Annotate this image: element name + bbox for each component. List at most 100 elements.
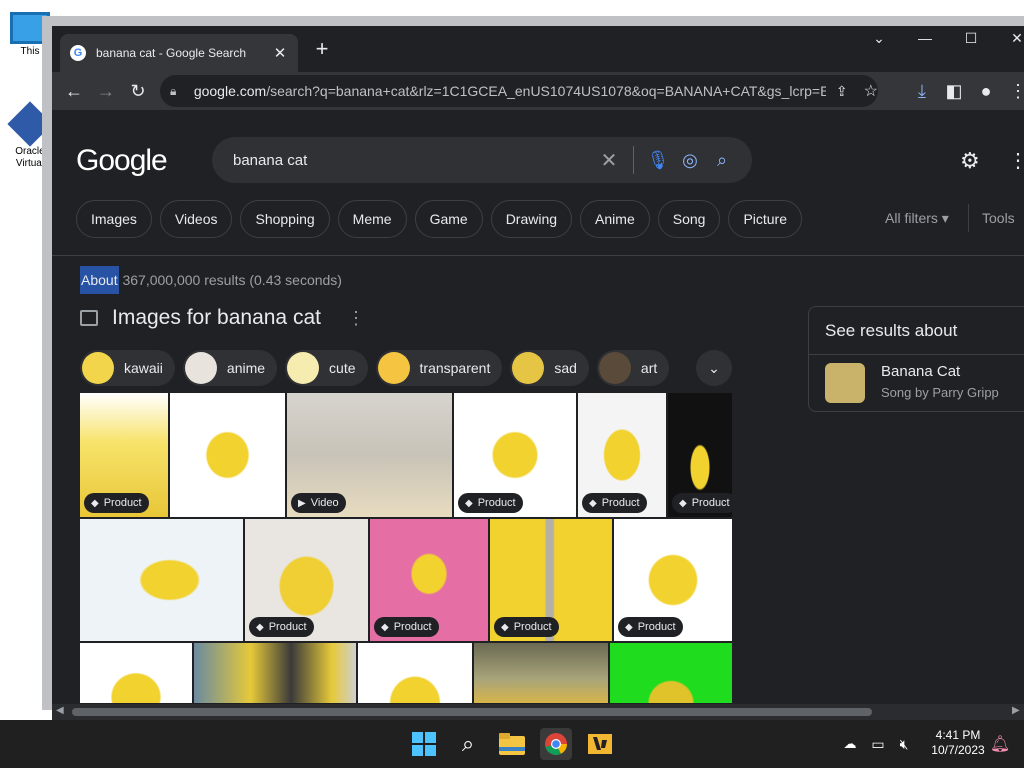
download-icon[interactable]: ⤓	[908, 77, 936, 105]
start-windows-icon[interactable]	[408, 728, 440, 760]
image-result[interactable]	[170, 393, 285, 517]
chip-images[interactable]: Images	[76, 200, 152, 238]
browser-toolbar: ← → ↻ 🔒︎ google.com/search?q=banana+cat&…	[52, 72, 1024, 110]
product-badge: ◆ Product	[494, 617, 559, 637]
all-filters-button[interactable]: All filters ▾	[885, 210, 949, 227]
filter-chip-sad[interactable]: sad	[510, 350, 589, 386]
filter-chip-kawaii[interactable]: kawaii	[80, 350, 175, 386]
tab-google-search[interactable]: G banana cat - Google Search ✕	[60, 34, 298, 72]
tag-icon: ◆	[381, 621, 389, 633]
chip-anime[interactable]: Anime	[580, 200, 650, 238]
filter-chip-anime[interactable]: anime	[182, 350, 278, 386]
maximize-button[interactable]: ☐	[956, 30, 986, 47]
product-badge: ◆ Product	[84, 493, 149, 513]
chip-shopping[interactable]: Shopping	[240, 200, 330, 238]
panel-divider	[809, 354, 1024, 355]
product-badge: ◆ Product	[582, 493, 647, 513]
image-result[interactable]: ◆ Product	[578, 393, 666, 517]
chip-videos[interactable]: Videos	[159, 200, 233, 238]
url-text: google.com/search?q=banana+cat&rlz=1C1GC…	[193, 83, 826, 99]
forward-button[interactable]: →	[92, 77, 120, 105]
image-result[interactable]	[474, 643, 608, 703]
image-result[interactable]: ◆ Product	[80, 393, 168, 517]
google-logo[interactable]: Google	[76, 144, 168, 178]
product-badge: ◆ Product	[672, 493, 732, 513]
scroll-left-icon[interactable]: ◀	[56, 705, 64, 716]
image-result[interactable]: ◆ Product	[490, 519, 612, 641]
filter-chip-cute[interactable]: cute	[285, 350, 368, 386]
lens-icon[interactable]: ◎	[674, 150, 706, 171]
image-result[interactable]: ◆ Product	[370, 519, 488, 641]
chip-thumbnail	[377, 352, 410, 384]
header-divider	[52, 255, 1024, 256]
images-heading[interactable]: Images for banana cat	[112, 306, 321, 330]
tab-search-button[interactable]: ⌄	[864, 30, 894, 47]
settings-gear-icon[interactable]: ⚙	[960, 148, 980, 174]
search-input[interactable]: banana cat	[233, 152, 593, 169]
chip-drawing[interactable]: Drawing	[490, 200, 573, 238]
image-result[interactable]	[194, 643, 356, 703]
horizontal-scrollbar[interactable]: ◀ ▶	[52, 704, 1024, 720]
tab-strip: G banana cat - Google Search ✕ + ⌄ — ☐ ✕	[52, 26, 1024, 72]
bookmark-star-icon[interactable]: ☆	[864, 81, 878, 101]
play-icon: ▶	[298, 497, 306, 509]
close-window-button[interactable]: ✕	[1002, 30, 1024, 47]
scrollbar-thumb[interactable]	[72, 708, 872, 716]
scroll-right-icon[interactable]: ▶	[1012, 705, 1020, 716]
filter-chip-transparent[interactable]: transparent	[375, 350, 503, 386]
tools-button[interactable]: Tools	[982, 210, 1015, 226]
app-icon[interactable]	[584, 728, 616, 760]
back-button[interactable]: ←	[60, 77, 88, 105]
image-result[interactable]	[358, 643, 472, 703]
more-options-icon[interactable]: ⋮	[347, 308, 365, 329]
image-result[interactable]: ◆ Product	[245, 519, 368, 641]
minimize-button[interactable]: —	[910, 30, 940, 46]
image-result[interactable]	[80, 643, 192, 703]
chrome-icon[interactable]	[540, 728, 572, 760]
address-bar[interactable]: 🔒︎ google.com/search?q=banana+cat&rlz=1C…	[160, 75, 878, 107]
reload-button[interactable]: ↻	[124, 77, 152, 105]
taskbar: ⌕ ☁ ▭ 🔇︎ 4:41 PM 10/7/2023 🔔︎	[0, 720, 1024, 768]
chip-song[interactable]: Song	[657, 200, 721, 238]
search-icon[interactable]: ⌕	[706, 150, 738, 171]
menu-icon[interactable]: ⋮	[1004, 77, 1024, 105]
profile-icon[interactable]: ●	[972, 77, 1000, 105]
image-filter-chips: kawaii anime cute transparent sad art	[80, 350, 670, 386]
desktop-icon-label: This	[20, 46, 40, 57]
chip-label: kawaii	[124, 360, 163, 376]
side-panel-icon[interactable]: ◧	[940, 77, 968, 105]
filter-chip-art[interactable]: art	[596, 350, 670, 386]
chevron-down-icon[interactable]: ⌄	[696, 350, 732, 386]
chip-game[interactable]: Game	[414, 200, 483, 238]
apps-grid-icon[interactable]: ⋮	[1008, 148, 1024, 173]
video-badge: ▶ Video	[291, 493, 346, 513]
notification-bell-icon[interactable]: 🔔︎	[984, 728, 1016, 760]
chip-picture[interactable]: Picture	[728, 200, 803, 238]
image-result[interactable]	[80, 519, 243, 641]
entity-subtitle: Song by Parry Gripp	[881, 385, 999, 400]
share-icon[interactable]: ⇪	[836, 83, 848, 100]
banana-cat-thumbnail[interactable]	[825, 363, 865, 403]
tab-close-icon[interactable]: ✕	[272, 44, 288, 62]
new-tab-button[interactable]: +	[310, 38, 334, 62]
desktop-icon-label: Oracle Virtual	[15, 146, 45, 169]
image-result[interactable]: ▶ Video	[287, 393, 452, 517]
image-result[interactable]: ◆ Product	[614, 519, 732, 641]
tag-icon: ◆	[91, 497, 99, 509]
clear-icon[interactable]: ✕	[593, 148, 625, 173]
image-result[interactable]: ◆ Product	[668, 393, 732, 517]
chip-label: art	[640, 360, 658, 376]
chip-meme[interactable]: Meme	[337, 200, 407, 238]
search-icon[interactable]: ⌕	[452, 728, 484, 760]
search-box[interactable]: banana cat ✕ 🎙︎ ◎ ⌕	[212, 137, 752, 183]
entity-name[interactable]: Banana Cat	[881, 363, 960, 380]
microphone-icon[interactable]: 🎙︎	[642, 150, 674, 171]
image-result[interactable]: ◆ Product	[454, 393, 576, 517]
file-explorer-icon[interactable]	[496, 728, 528, 760]
product-badge: ◆ Product	[249, 617, 314, 637]
product-badge: ◆ Product	[618, 617, 683, 637]
volume-muted-icon[interactable]: 🔇︎	[888, 728, 920, 760]
chip-thumbnail	[287, 352, 320, 384]
images-section-header: Images for banana cat ⋮	[80, 306, 365, 330]
image-result[interactable]	[610, 643, 732, 703]
